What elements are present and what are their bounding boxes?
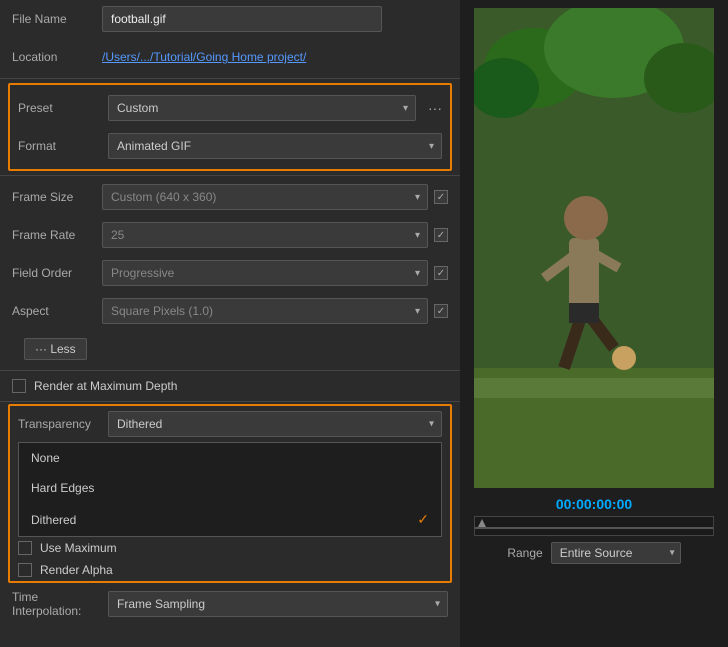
range-row: Range Entire Source	[507, 542, 680, 564]
file-name-label: File Name	[12, 12, 102, 26]
time-interp-label: TimeInterpolation:	[12, 590, 81, 618]
preset-dropdown-wrapper: Custom ▾	[108, 95, 416, 121]
location-content: /Users/.../Tutorial/Going Home project/	[102, 50, 448, 64]
use-maximum-checkbox[interactable]	[18, 541, 32, 555]
dropdown-item-none-label: None	[31, 451, 60, 465]
field-order-label: Field Order	[12, 266, 102, 280]
aspect-dropdown-wrapper: Square Pixels (1.0) ▾	[102, 298, 428, 324]
use-maximum-row: Use Maximum	[10, 537, 450, 559]
frame-rate-select[interactable]: 25	[102, 222, 428, 248]
right-panel: 00:00:00:00 Range Entire Source	[460, 0, 728, 647]
timeline-track	[475, 527, 713, 529]
dropdown-item-hard-edges-label: Hard Edges	[31, 481, 94, 495]
transparency-dropdown-wrapper: Dithered ▾	[108, 411, 442, 437]
time-interp-row: TimeInterpolation: Frame Sampling ▾	[0, 585, 460, 623]
field-order-dropdown-wrapper: Progressive ▾	[102, 260, 428, 286]
transparency-row: Transparency Dithered ▾	[10, 406, 450, 442]
time-display: 00:00:00:00	[556, 496, 632, 512]
frame-size-dropdown-wrapper: Custom (640 x 360) ▾	[102, 184, 428, 210]
aspect-select[interactable]: Square Pixels (1.0)	[102, 298, 428, 324]
aspect-content: Square Pixels (1.0) ▾	[102, 298, 448, 324]
frame-rate-content: 25 ▾	[102, 222, 448, 248]
field-order-content: Progressive ▾	[102, 260, 448, 286]
preset-content: Custom ▾ ···	[108, 95, 442, 121]
preset-row: Preset Custom ▾ ···	[14, 89, 446, 127]
left-panel: File Name Location /Users/.../Tutorial/G…	[0, 0, 460, 647]
location-link[interactable]: /Users/.../Tutorial/Going Home project/	[102, 50, 306, 64]
preset-format-box: Preset Custom ▾ ··· Format Animated GIF	[8, 83, 452, 171]
frame-size-select[interactable]: Custom (640 x 360)	[102, 184, 428, 210]
file-name-input[interactable]	[102, 6, 382, 32]
interp-select[interactable]: Frame Sampling	[108, 591, 448, 617]
field-order-row: Field Order Progressive ▾	[0, 254, 460, 292]
aspect-label: Aspect	[12, 304, 102, 318]
interp-dropdown-wrapper: Frame Sampling ▾	[108, 591, 448, 617]
less-btn-container: ··· Less	[0, 330, 460, 368]
transparency-select[interactable]: Dithered	[108, 411, 442, 437]
aspect-checkbox[interactable]	[434, 304, 448, 318]
dithered-check-icon: ✓	[417, 511, 429, 528]
render-alpha-row: Render Alpha	[10, 559, 450, 581]
transparency-dropdown-menu: None Hard Edges Dithered ✓	[18, 442, 442, 537]
frame-rate-label: Frame Rate	[12, 228, 102, 242]
preview-svg	[474, 8, 714, 488]
location-label: Location	[12, 50, 102, 64]
dropdown-item-none[interactable]: None	[19, 443, 441, 473]
frame-rate-checkbox[interactable]	[434, 228, 448, 242]
timeline-bar[interactable]	[474, 516, 714, 536]
render-alpha-checkbox[interactable]	[18, 563, 32, 577]
preview-image	[474, 8, 714, 488]
render-max-label: Render at Maximum Depth	[34, 379, 177, 393]
dropdown-item-dithered[interactable]: Dithered ✓	[19, 503, 441, 536]
dropdown-item-dithered-label: Dithered	[31, 513, 76, 527]
range-label: Range	[507, 546, 542, 560]
frame-rate-row: Frame Rate 25 ▾	[0, 216, 460, 254]
more-dots-button[interactable]: ···	[428, 100, 442, 116]
time-interp-label-container: TimeInterpolation:	[12, 590, 102, 618]
aspect-row: Aspect Square Pixels (1.0) ▾	[0, 292, 460, 330]
render-max-row: Render at Maximum Depth	[0, 373, 460, 399]
render-alpha-label: Render Alpha	[40, 563, 113, 577]
format-select[interactable]: Animated GIF	[108, 133, 442, 159]
frame-size-checkbox[interactable]	[434, 190, 448, 204]
file-name-row: File Name	[0, 0, 460, 38]
frame-size-row: Frame Size Custom (640 x 360) ▾	[0, 178, 460, 216]
format-label: Format	[18, 139, 108, 153]
frame-size-content: Custom (640 x 360) ▾	[102, 184, 448, 210]
less-button[interactable]: ··· Less	[24, 338, 87, 360]
transparency-label: Transparency	[18, 417, 108, 431]
format-content: Animated GIF ▾	[108, 133, 442, 159]
frame-rate-dropdown-wrapper: 25 ▾	[102, 222, 428, 248]
render-max-checkbox[interactable]	[12, 379, 26, 393]
format-row: Format Animated GIF ▾	[14, 127, 446, 165]
format-dropdown-wrapper: Animated GIF ▾	[108, 133, 442, 159]
range-select-wrapper: Entire Source	[551, 542, 681, 564]
preset-label: Preset	[18, 101, 108, 115]
frame-size-label: Frame Size	[12, 190, 102, 204]
use-maximum-label: Use Maximum	[40, 541, 117, 555]
transparency-section: Transparency Dithered ▾ None Hard Edges …	[8, 404, 452, 583]
field-order-select[interactable]: Progressive	[102, 260, 428, 286]
location-row: Location /Users/.../Tutorial/Going Home …	[0, 38, 460, 76]
range-select[interactable]: Entire Source	[551, 542, 681, 564]
dropdown-item-hard-edges[interactable]: Hard Edges	[19, 473, 441, 503]
file-name-content	[102, 6, 448, 32]
field-order-checkbox[interactable]	[434, 266, 448, 280]
preset-select[interactable]: Custom	[108, 95, 416, 121]
